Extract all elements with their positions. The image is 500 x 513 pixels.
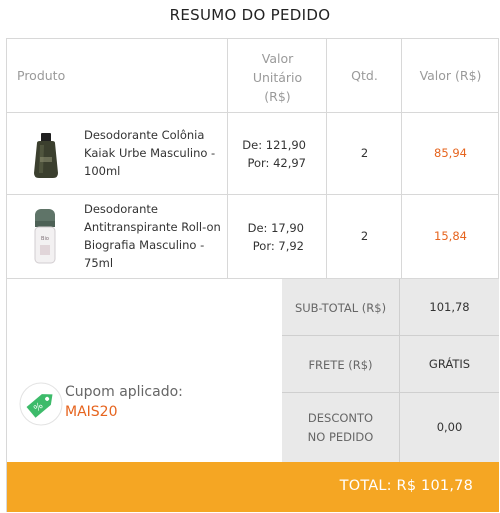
coupon-code: MAIS20 xyxy=(65,404,118,420)
product-name-line: 100ml xyxy=(84,164,121,178)
product-name-line: 75ml xyxy=(84,256,114,270)
subtotal-label: SUB-TOTAL (R$) xyxy=(294,301,387,315)
product-name-line: Antitranspirante Roll-on xyxy=(84,220,221,234)
frete-label: FRETE (R$) xyxy=(308,358,373,372)
product-name-line: Biografia Masculino - xyxy=(84,238,205,252)
quantity-value: 2 xyxy=(360,146,369,160)
desconto-value: 0,00 xyxy=(436,420,463,434)
header-valor-unitario-line2: Unitário xyxy=(252,70,303,85)
product-cell: Bio Desodorante Antitranspirante Roll-on… xyxy=(7,195,228,278)
coupon-label: Cupom aplicado: xyxy=(65,384,183,400)
header-produto-label: Produto xyxy=(17,68,66,83)
product-image-kaiak[interactable] xyxy=(31,133,61,179)
summary-divider xyxy=(282,392,499,393)
svg-text:Bio: Bio xyxy=(41,236,49,242)
product-cell: Desodorante Colônia Kaiak Urbe Masculino… xyxy=(7,113,228,194)
price-de: De: 121,90 xyxy=(242,138,306,152)
product-image-biografia[interactable]: Bio xyxy=(33,209,57,265)
product-name-line: Desodorante Colônia xyxy=(84,128,205,142)
header-valor-unitario: Valor Unitário (R$) xyxy=(228,39,327,113)
frete-value: GRÁTIS xyxy=(428,357,471,371)
product-name-line: Desodorante xyxy=(84,202,158,216)
summary-divider xyxy=(282,335,499,336)
price-por: Por: 42,97 xyxy=(247,156,306,170)
quantity-value: 2 xyxy=(360,229,369,243)
header-produto: Produto xyxy=(7,39,228,113)
desconto-label-line2: NO PEDIDO xyxy=(307,430,374,444)
coupon-tag-icon: % xyxy=(19,382,63,426)
table-row: Bio Desodorante Antitranspirante Roll-on… xyxy=(7,195,499,279)
order-total: TOTAL: R$ 101,78 xyxy=(339,478,473,494)
subtotal-value: 101,78 xyxy=(429,300,470,314)
order-summary-panel: Produto Valor Unitário (R$) Qtd. Valor (… xyxy=(6,38,499,512)
total-cell: 15,84 xyxy=(402,195,499,278)
header-qtd: Qtd. xyxy=(327,39,402,113)
line-total: 85,94 xyxy=(434,146,467,160)
table-row: Desodorante Colônia Kaiak Urbe Masculino… xyxy=(7,113,499,195)
unit-price-cell: De: 121,90 Por: 42,97 xyxy=(228,113,327,194)
price-de: De: 17,90 xyxy=(247,221,304,235)
header-valor-label: Valor (R$) xyxy=(419,68,482,83)
header-valor-unitario-line1: Valor xyxy=(261,51,294,66)
total-bar: TOTAL: R$ 101,78 xyxy=(7,462,499,512)
total-cell: 85,94 xyxy=(402,113,499,194)
page-title: RESUMO DO PEDIDO xyxy=(169,6,331,24)
line-total: 15,84 xyxy=(434,229,467,243)
price-por: Por: 7,92 xyxy=(252,239,304,253)
qty-cell: 2 xyxy=(327,195,402,278)
qty-cell: 2 xyxy=(327,113,402,194)
product-name-line: Kaiak Urbe Masculino - xyxy=(84,146,216,160)
unit-price-cell: De: 17,90 Por: 7,92 xyxy=(228,195,327,278)
header-valor-unitario-line3: (R$) xyxy=(264,89,291,104)
desconto-label-line1: DESCONTO xyxy=(307,411,374,425)
header-qtd-label: Qtd. xyxy=(351,68,378,83)
header-valor: Valor (R$) xyxy=(402,39,499,113)
summary-table: SUB-TOTAL (R$) 101,78 FRETE (R$) GRÁTIS … xyxy=(282,279,499,462)
